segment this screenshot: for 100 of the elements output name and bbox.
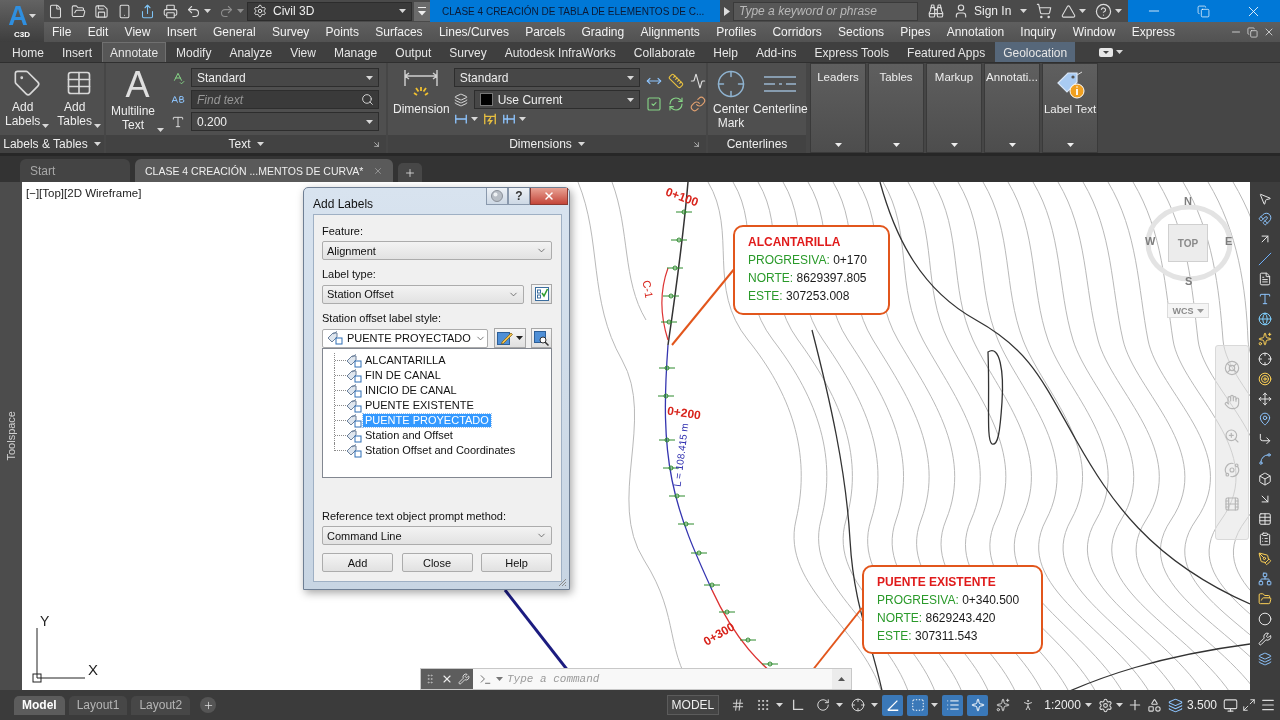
caret-icon[interactable] bbox=[1079, 9, 1087, 13]
sphere-button[interactable] bbox=[486, 188, 508, 205]
layer-dropdown[interactable]: Use Current bbox=[473, 90, 640, 109]
application-menu-button[interactable]: A C3D bbox=[0, 0, 44, 42]
menu-item[interactable]: Insert bbox=[166, 25, 197, 39]
crosshair-icon[interactable] bbox=[1258, 352, 1272, 366]
user-icon[interactable] bbox=[953, 3, 969, 19]
layers-icon[interactable] bbox=[453, 92, 468, 107]
caret-icon[interactable] bbox=[366, 119, 373, 124]
prompt-icon[interactable] bbox=[479, 672, 492, 686]
caret-icon[interactable] bbox=[399, 9, 406, 13]
gear-icon[interactable] bbox=[1097, 697, 1113, 713]
dialog-button[interactable]: Add bbox=[322, 553, 393, 572]
menu-item[interactable]: Sections bbox=[838, 25, 885, 39]
layers-icon[interactable] bbox=[1258, 652, 1272, 666]
text-icon[interactable] bbox=[1258, 292, 1272, 306]
shapes-icon[interactable] bbox=[1146, 697, 1162, 713]
ribbon-tab[interactable]: Geolocation bbox=[995, 42, 1076, 62]
caret-icon[interactable] bbox=[776, 703, 784, 707]
layout-tab[interactable]: Model bbox=[14, 695, 65, 715]
prompt-method-dropdown[interactable]: Command Line bbox=[322, 526, 552, 545]
corner-arrow-icon[interactable] bbox=[1258, 432, 1272, 446]
menu-item[interactable]: View bbox=[124, 25, 151, 39]
pointer-icon[interactable] bbox=[1258, 192, 1272, 206]
caret-icon[interactable] bbox=[157, 128, 164, 132]
fullscreen-icon[interactable] bbox=[1242, 698, 1256, 712]
elevation-button[interactable]: 3.500 bbox=[1165, 695, 1219, 715]
caret-icon[interactable] bbox=[256, 142, 264, 146]
globe-icon[interactable] bbox=[1258, 312, 1272, 326]
slash-icon[interactable] bbox=[1258, 252, 1272, 266]
caret-icon[interactable] bbox=[470, 117, 478, 121]
ribbon-tab[interactable]: Home bbox=[4, 42, 52, 62]
menu-item[interactable]: Edit bbox=[87, 25, 109, 39]
ribbon-button[interactable]: Centerline bbox=[752, 67, 809, 118]
save-icon[interactable] bbox=[94, 3, 109, 19]
caret-icon[interactable] bbox=[366, 75, 373, 80]
caret-icon[interactable] bbox=[626, 75, 634, 80]
monitor-icon[interactable] bbox=[1223, 697, 1238, 713]
text-style-dropdown[interactable]: Standard bbox=[191, 68, 379, 87]
ribbon-button[interactable]: A Multiline Text bbox=[110, 67, 165, 134]
dialog-button[interactable]: Help bbox=[481, 553, 552, 572]
new-file-icon[interactable] bbox=[48, 3, 63, 19]
menu-item[interactable]: General bbox=[212, 25, 256, 39]
model-space-button[interactable]: MODEL bbox=[666, 695, 720, 715]
edit-style-button[interactable] bbox=[493, 328, 526, 348]
wrench-icon[interactable] bbox=[1258, 632, 1272, 646]
pen-icon[interactable] bbox=[1258, 552, 1272, 566]
ribbon-tab[interactable]: Help bbox=[705, 42, 746, 62]
menu-item[interactable]: Inquiry bbox=[1020, 25, 1057, 39]
clipboard-icon[interactable] bbox=[1258, 532, 1272, 546]
pin-icon[interactable] bbox=[1258, 412, 1272, 426]
style-option[interactable]: PUENTE EXISTENTE bbox=[363, 399, 476, 412]
preview-button[interactable] bbox=[531, 328, 552, 348]
ribbon-tab[interactable]: Express Tools bbox=[806, 42, 898, 62]
dialog-button[interactable]: Close bbox=[401, 553, 473, 572]
ribbon-button[interactable]: Add Tables bbox=[56, 67, 103, 130]
caret-icon[interactable] bbox=[1115, 9, 1123, 13]
ribbon-button[interactable]: Add Labels bbox=[4, 67, 51, 130]
sparkles-icon[interactable] bbox=[1258, 332, 1272, 346]
document-tab[interactable]: CLASE 4 CREACIÓN ...MENTOS DE CURVA* bbox=[135, 159, 394, 182]
ribbon-tab[interactable]: Featured Apps bbox=[899, 42, 994, 62]
cart-icon[interactable] bbox=[1036, 3, 1053, 19]
style-option[interactable]: INICIO DE CANAL bbox=[363, 384, 459, 397]
ribbon-tab[interactable]: Survey bbox=[441, 42, 495, 62]
caret-icon[interactable] bbox=[518, 117, 526, 121]
caret-icon[interactable] bbox=[42, 124, 50, 128]
caret-icon[interactable] bbox=[577, 142, 585, 146]
dimension-style-dropdown[interactable]: Standard bbox=[453, 68, 640, 87]
grip-icon[interactable] bbox=[424, 673, 436, 685]
collapsed-panel-button[interactable]: Annotati... bbox=[984, 63, 1040, 153]
folder-icon[interactable] bbox=[71, 3, 86, 19]
close-icon[interactable] bbox=[1263, 26, 1275, 38]
phone-icon[interactable] bbox=[117, 3, 132, 19]
document-tab[interactable]: Start bbox=[20, 159, 130, 182]
ribbon-tab[interactable]: Annotate bbox=[102, 42, 167, 62]
menu-item[interactable]: Profiles bbox=[716, 25, 757, 39]
feature-dropdown[interactable]: Alignment bbox=[322, 241, 552, 260]
command-field[interactable]: Type a command bbox=[507, 670, 826, 688]
launcher-icon[interactable] bbox=[372, 139, 381, 149]
ribbon-tab[interactable]: Insert bbox=[54, 42, 101, 62]
collapsed-panel-button[interactable]: Label Text bbox=[1042, 63, 1098, 153]
help-button[interactable]: ? bbox=[508, 188, 530, 205]
find-text-field[interactable]: Find text bbox=[191, 90, 379, 109]
wrench-icon[interactable] bbox=[458, 673, 470, 685]
undo-icon[interactable] bbox=[186, 3, 201, 19]
caret-icon[interactable] bbox=[836, 703, 844, 707]
ribbon-tab[interactable]: Output bbox=[387, 42, 440, 62]
style-option[interactable]: FIN DE CANAL bbox=[363, 369, 443, 382]
caret-icon[interactable] bbox=[94, 124, 102, 128]
caret-icon[interactable] bbox=[950, 143, 958, 147]
menu-item[interactable]: Alignments bbox=[640, 25, 700, 39]
ribbon-tab[interactable]: Manage bbox=[325, 42, 386, 62]
triangle-icon[interactable] bbox=[1061, 3, 1077, 19]
menu-item[interactable]: Grading bbox=[581, 25, 625, 39]
label-style-dropdown[interactable]: PUENTE PROYECTADO bbox=[322, 328, 488, 348]
panel-toggle-icon[interactable] bbox=[1099, 47, 1114, 57]
caret-icon[interactable] bbox=[1115, 703, 1123, 707]
menu-item[interactable]: Window bbox=[1072, 25, 1116, 39]
printer-icon[interactable] bbox=[163, 3, 178, 19]
caret-icon[interactable] bbox=[204, 9, 211, 13]
